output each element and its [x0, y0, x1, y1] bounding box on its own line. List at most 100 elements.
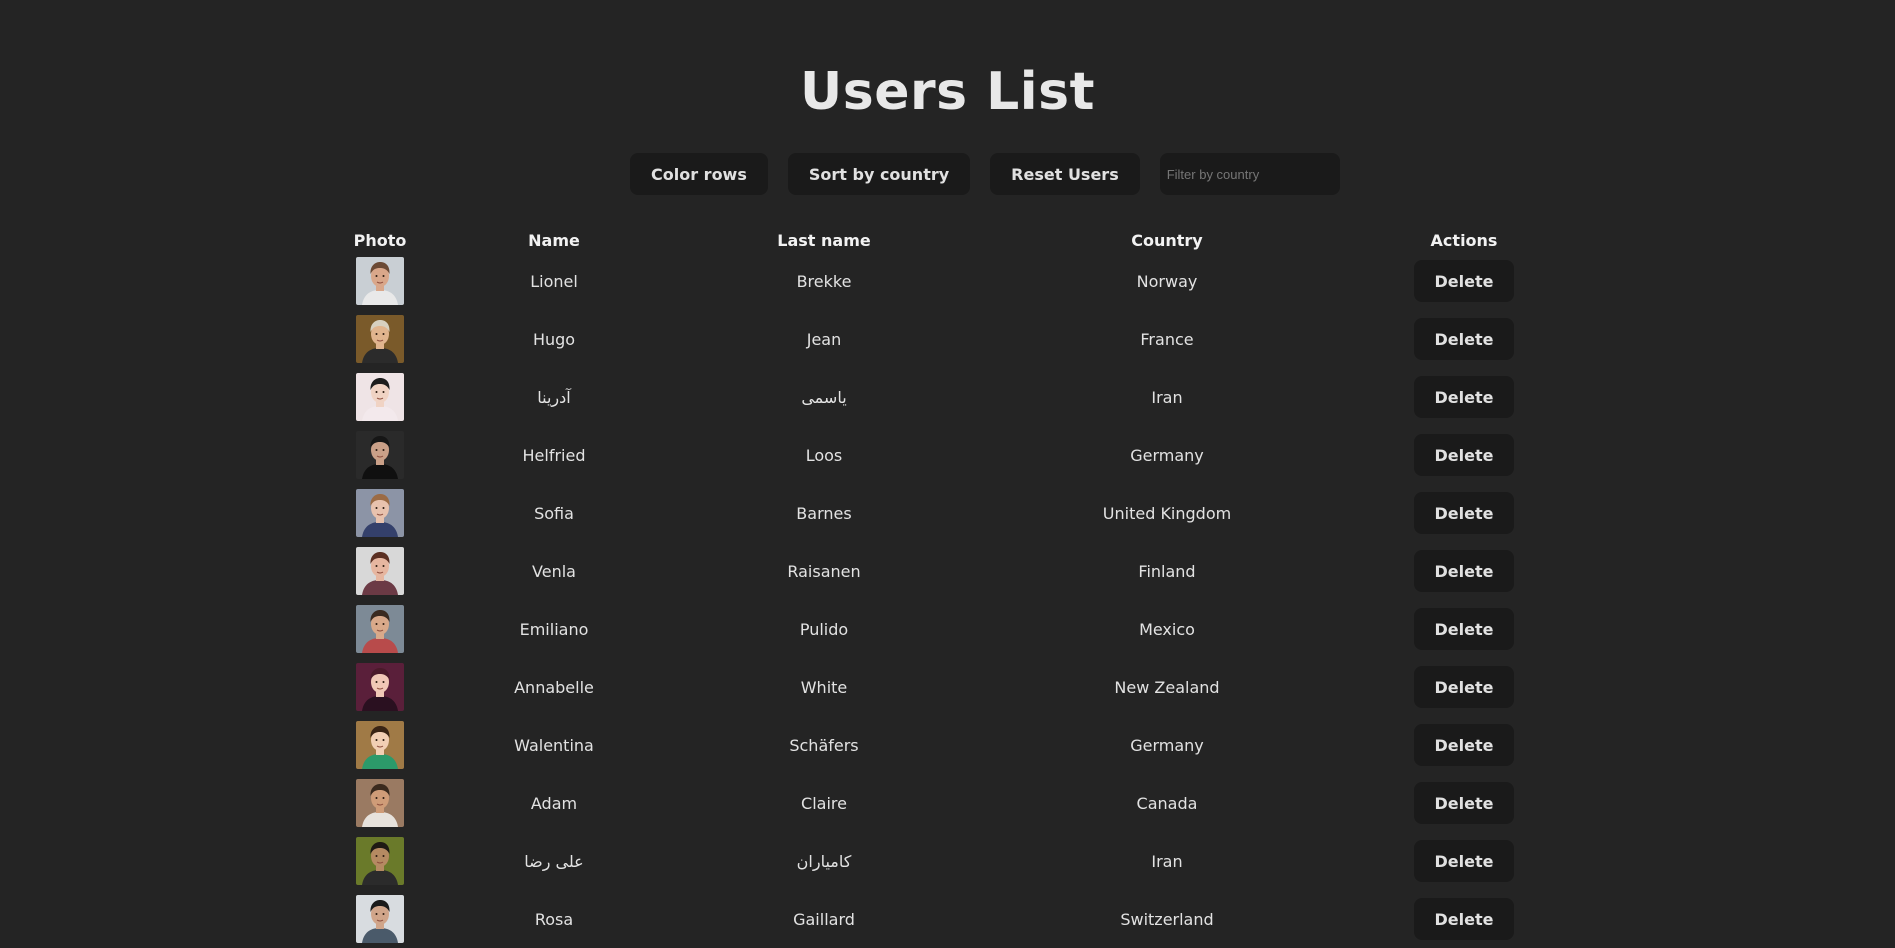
- last-name-cell: Jean: [806, 329, 842, 349]
- actions-cell: Delete: [1413, 840, 1515, 882]
- last-name-cell: Claire: [801, 793, 847, 813]
- filter-by-country-input[interactable]: [1159, 153, 1340, 195]
- actions-cell: Delete: [1413, 782, 1515, 824]
- actions-cell: Delete: [1413, 376, 1515, 418]
- delete-button[interactable]: Delete: [1413, 898, 1515, 940]
- last-name-cell: White: [800, 677, 848, 697]
- delete-button[interactable]: Delete: [1413, 724, 1515, 766]
- photo-cell: [354, 779, 406, 827]
- table-row: Adam Claire Canada Delete: [354, 774, 1515, 832]
- avatar: [356, 489, 404, 537]
- delete-button[interactable]: Delete: [1413, 550, 1515, 592]
- photo-cell: [354, 257, 406, 305]
- actions-cell: Delete: [1413, 898, 1515, 940]
- delete-button[interactable]: Delete: [1413, 434, 1515, 476]
- delete-button[interactable]: Delete: [1413, 376, 1515, 418]
- name-cell: Annabelle: [514, 677, 594, 697]
- last-name-cell: Barnes: [796, 503, 852, 523]
- last-name-cell: Loos: [805, 445, 843, 465]
- last-name-cell: Raisanen: [787, 561, 861, 581]
- delete-button[interactable]: Delete: [1413, 840, 1515, 882]
- actions-cell: Delete: [1413, 666, 1515, 708]
- delete-button[interactable]: Delete: [1413, 666, 1515, 708]
- photo-cell: [354, 837, 406, 885]
- country-cell: Finland: [1138, 561, 1196, 581]
- photo-cell: [354, 373, 406, 421]
- avatar: [356, 373, 404, 421]
- last-name-cell: کامیاران: [796, 851, 852, 871]
- name-cell: Hugo: [532, 329, 576, 349]
- actions-cell: Delete: [1413, 550, 1515, 592]
- country-cell: Iran: [1151, 387, 1183, 407]
- actions-cell: Delete: [1413, 724, 1515, 766]
- header-actions: Actions: [1430, 230, 1498, 250]
- name-cell: Adam: [530, 793, 578, 813]
- table-row: آدرینا یاسمی Iran Delete: [354, 368, 1515, 426]
- avatar: [356, 315, 404, 363]
- delete-button[interactable]: Delete: [1413, 260, 1515, 302]
- country-cell: Germany: [1130, 735, 1204, 755]
- country-cell: Iran: [1151, 851, 1183, 871]
- table-row: Lionel Brekke Norway Delete: [354, 252, 1515, 310]
- table-row: علی رضا کامیاران Iran Delete: [354, 832, 1515, 890]
- table-row: Emiliano Pulido Mexico Delete: [354, 600, 1515, 658]
- actions-cell: Delete: [1413, 492, 1515, 534]
- reset-users-button[interactable]: Reset Users: [990, 153, 1140, 195]
- name-cell: Helfried: [522, 445, 586, 465]
- name-cell: Walentina: [514, 735, 594, 755]
- page-title: Users List: [800, 62, 1095, 122]
- delete-button[interactable]: Delete: [1413, 782, 1515, 824]
- avatar: [356, 257, 404, 305]
- table-row: Rosa Gaillard Switzerland Delete: [354, 890, 1515, 948]
- photo-cell: [354, 605, 406, 653]
- photo-cell: [354, 547, 406, 595]
- name-cell: Sofia: [534, 503, 574, 523]
- header-last-name: Last name: [777, 230, 871, 250]
- table-row: Hugo Jean France Delete: [354, 310, 1515, 368]
- country-cell: Norway: [1136, 271, 1198, 291]
- photo-cell: [354, 895, 406, 943]
- last-name-cell: Brekke: [796, 271, 852, 291]
- table-row: Venla Raisanen Finland Delete: [354, 542, 1515, 600]
- last-name-cell: یاسمی: [801, 387, 847, 407]
- avatar: [356, 663, 404, 711]
- photo-cell: [354, 431, 406, 479]
- country-cell: Mexico: [1139, 619, 1195, 639]
- name-cell: Rosa: [534, 909, 574, 929]
- actions-cell: Delete: [1413, 260, 1515, 302]
- actions-cell: Delete: [1413, 608, 1515, 650]
- country-cell: Canada: [1136, 793, 1198, 813]
- header-country: Country: [1131, 230, 1203, 250]
- photo-cell: [354, 315, 406, 363]
- table-row: Walentina Schäfers Germany Delete: [354, 716, 1515, 774]
- country-cell: Switzerland: [1120, 909, 1214, 929]
- avatar: [356, 837, 404, 885]
- last-name-cell: Pulido: [799, 619, 849, 639]
- delete-button[interactable]: Delete: [1413, 318, 1515, 360]
- table-row: Helfried Loos Germany Delete: [354, 426, 1515, 484]
- name-cell: Venla: [532, 561, 576, 581]
- delete-button[interactable]: Delete: [1413, 492, 1515, 534]
- avatar: [356, 779, 404, 827]
- name-cell: آدرینا: [537, 387, 571, 407]
- table-row: Sofia Barnes United Kingdom Delete: [354, 484, 1515, 542]
- name-cell: علی رضا: [524, 851, 584, 871]
- last-name-cell: Schäfers: [789, 735, 859, 755]
- table-header-row: Photo Name Last name Country Actions: [354, 228, 1504, 252]
- country-cell: Germany: [1130, 445, 1204, 465]
- last-name-cell: Gaillard: [793, 909, 855, 929]
- delete-button[interactable]: Delete: [1413, 608, 1515, 650]
- avatar: [356, 895, 404, 943]
- header-name: Name: [528, 230, 580, 250]
- sort-by-country-button[interactable]: Sort by country: [787, 153, 971, 195]
- users-table: Photo Name Last name Country Actions Lio…: [354, 228, 1515, 948]
- name-cell: Emiliano: [519, 619, 589, 639]
- actions-cell: Delete: [1413, 434, 1515, 476]
- name-cell: Lionel: [530, 271, 578, 291]
- photo-cell: [354, 489, 406, 537]
- avatar: [356, 431, 404, 479]
- avatar: [356, 721, 404, 769]
- country-cell: New Zealand: [1114, 677, 1220, 697]
- country-cell: United Kingdom: [1102, 503, 1232, 523]
- color-rows-button[interactable]: Color rows: [630, 153, 768, 195]
